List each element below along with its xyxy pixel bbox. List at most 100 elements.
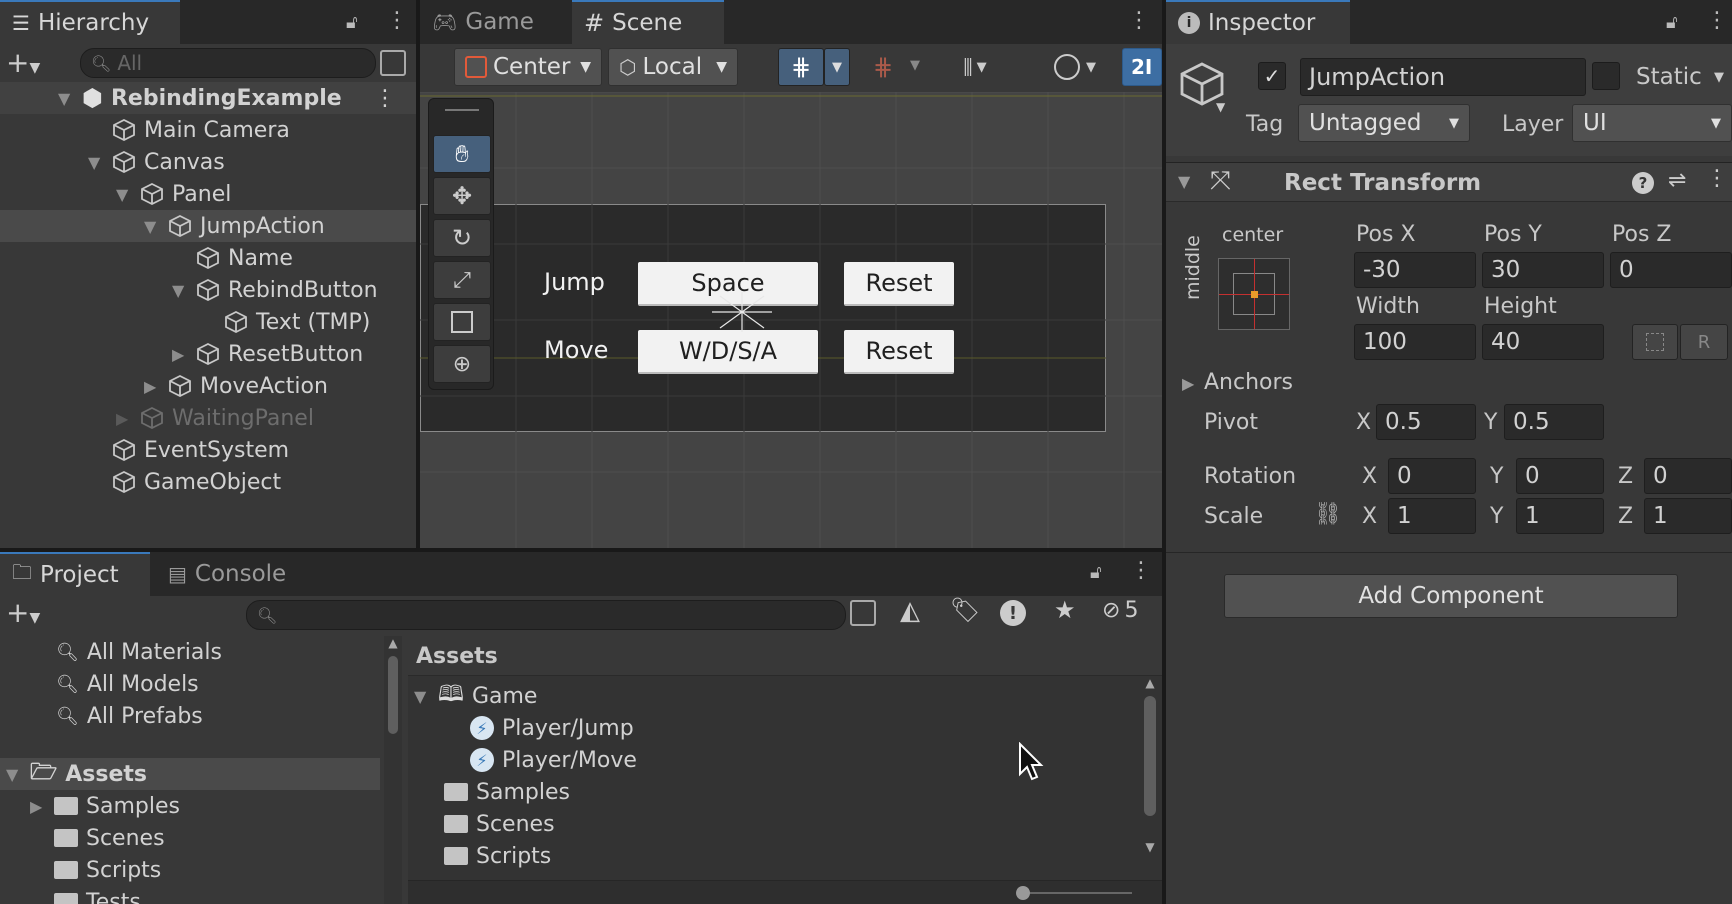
transform-tool-button[interactable]: ⊕ — [433, 345, 491, 383]
rot-z-field[interactable]: 0 — [1644, 458, 1732, 494]
hierarchy-search-field[interactable]: 🔍︎ All — [80, 48, 376, 78]
tree-item-scenes[interactable]: Scenes — [54, 822, 165, 854]
more-menu-icon[interactable]: ⋮ — [374, 86, 396, 111]
jump-reset-button[interactable]: Reset — [844, 262, 954, 306]
file-game-inputactions[interactable]: ▼ 🕮 Game — [414, 680, 537, 712]
tree-item-scripts[interactable]: Scripts — [54, 854, 161, 886]
blueprint-mode-button[interactable] — [1632, 324, 1678, 360]
favorite-all-materials[interactable]: 🔍︎ All Materials — [56, 636, 222, 668]
chevron-down-icon[interactable]: ▼ — [144, 217, 160, 236]
scroll-down-icon[interactable]: ▼ — [1140, 840, 1160, 854]
move-tool-button[interactable]: ✥ — [433, 177, 491, 215]
rect-pivot-gizmo[interactable] — [712, 292, 772, 332]
tab-hierarchy[interactable]: ☰ Hierarchy — [0, 0, 180, 44]
anchors-foldout[interactable]: Anchors — [1204, 370, 1293, 395]
chevron-right-icon[interactable]: ▶ — [116, 409, 132, 428]
pivot-y-field[interactable]: 0.5 — [1504, 404, 1604, 440]
more-menu-icon[interactable]: ⋮ — [1706, 8, 1728, 33]
chevron-down-icon[interactable]: ▼ — [414, 687, 430, 706]
move-reset-button[interactable]: Reset — [844, 330, 954, 374]
scroll-up-icon[interactable]: ▲ — [384, 636, 402, 650]
layer-dropdown[interactable]: UI ▼ — [1572, 104, 1732, 142]
file-folder-scenes[interactable]: Scenes — [444, 808, 555, 840]
hierarchy-item-text-tmp[interactable]: Text (TMP) — [224, 306, 370, 338]
chevron-down-icon[interactable]: ▼ — [116, 185, 132, 204]
ruler-toggle[interactable]: ⫼ ▼ — [940, 48, 1010, 86]
static-checkbox[interactable] — [1592, 62, 1620, 90]
scroll-up-icon[interactable]: ▲ — [1140, 676, 1160, 690]
width-field[interactable]: 100 — [1354, 324, 1476, 360]
tab-scene[interactable]: # Scene — [572, 0, 724, 44]
chevron-right-icon[interactable]: ▶ — [30, 797, 46, 816]
create-button[interactable]: +▼ — [6, 46, 40, 79]
warning-icon[interactable]: ! — [1000, 600, 1026, 626]
hierarchy-item-main-camera[interactable]: Main Camera — [112, 114, 290, 146]
breadcrumb-assets[interactable]: Assets — [416, 644, 498, 669]
raw-edit-button[interactable]: R — [1680, 324, 1728, 360]
tab-console[interactable]: ▤ Console — [156, 552, 316, 596]
rect-tool-button[interactable] — [433, 303, 491, 341]
chevron-right-icon[interactable]: ▶ — [1182, 374, 1194, 393]
hidden-packages-toggle[interactable]: ⊘ 5 — [1102, 598, 1138, 623]
unlinked-chain-icon[interactable]: ⛓︎ — [1314, 502, 1342, 527]
scale-z-field[interactable]: 1 — [1644, 498, 1732, 534]
scale-y-field[interactable]: 1 — [1516, 498, 1604, 534]
caret-down-icon[interactable]: ▼ — [1216, 100, 1225, 114]
more-menu-icon[interactable]: ⋮ — [386, 8, 408, 33]
2d-mode-toggle[interactable]: 2I — [1122, 48, 1162, 86]
right-scrollbar[interactable]: ▲ ▼ — [1140, 676, 1160, 876]
hierarchy-item-waitingpanel[interactable]: ▶ WaitingPanel — [116, 402, 314, 434]
scroll-thumb[interactable] — [1144, 696, 1156, 816]
pivot-center-dropdown[interactable]: Center ▼ — [454, 48, 602, 86]
rotate-tool-button[interactable]: ↻ — [433, 219, 491, 257]
scale-tool-button[interactable]: ⤢ — [433, 261, 491, 299]
rot-y-field[interactable]: 0 — [1516, 458, 1604, 494]
hierarchy-item-gameobject[interactable]: GameObject — [112, 466, 281, 498]
favorite-all-models[interactable]: 🔍︎ All Models — [56, 668, 199, 700]
chevron-down-icon[interactable]: ▼ — [58, 89, 74, 108]
hierarchy-item-panel[interactable]: ▼ Panel — [116, 178, 231, 210]
chevron-down-icon[interactable]: ▼ — [88, 153, 104, 172]
space-local-dropdown[interactable]: ⬡ Local ▼ — [608, 48, 738, 86]
project-search-field[interactable]: 🔍︎ — [246, 600, 846, 630]
more-menu-icon[interactable]: ⋮ — [1706, 166, 1728, 191]
hierarchy-item-resetbutton[interactable]: ▶ ResetButton — [172, 338, 363, 370]
tab-project[interactable]: 🗀 Project — [0, 552, 150, 596]
lock-icon[interactable]: 🔓︎ — [1090, 562, 1102, 583]
active-checkbox[interactable]: ✓ — [1258, 62, 1286, 90]
slider-thumb[interactable] — [1016, 886, 1030, 900]
hierarchy-item-eventsystem[interactable]: EventSystem — [112, 434, 289, 466]
hierarchy-item-canvas[interactable]: ▼ Canvas — [88, 146, 225, 178]
tree-item-tests[interactable]: Tests — [54, 886, 141, 904]
chevron-right-icon[interactable]: ▶ — [172, 345, 188, 364]
tag-dropdown[interactable]: Untagged ▼ — [1298, 104, 1470, 142]
favorite-star-icon[interactable]: ★ — [1054, 596, 1076, 624]
pos-z-field[interactable]: 0 — [1610, 252, 1732, 288]
height-field[interactable]: 40 — [1482, 324, 1604, 360]
tab-game[interactable]: 🎮︎ Game — [420, 0, 570, 44]
caret-down-icon[interactable]: ▼ — [910, 58, 920, 73]
hierarchy-item-name[interactable]: Name — [196, 242, 293, 274]
lock-icon[interactable]: 🔓︎ — [1666, 12, 1678, 33]
file-folder-samples[interactable]: Samples — [444, 776, 570, 808]
hierarchy-item-jumpaction[interactable]: ▼ JumpAction — [0, 210, 416, 242]
palette-drag-handle[interactable] — [445, 109, 479, 111]
scene-viewport[interactable]: Jump Space Reset Move W/D/S/A Reset — [420, 92, 1162, 548]
draw-mode-dropdown[interactable]: ▼ — [1040, 48, 1110, 86]
open-external-icon[interactable] — [850, 600, 876, 626]
tree-item-samples[interactable]: ▶ Samples — [30, 790, 180, 822]
open-external-icon[interactable] — [380, 50, 406, 76]
create-button[interactable]: +▼ — [6, 596, 40, 629]
scene-row[interactable]: ▼ ⬢ RebindingExample ⋮ — [0, 82, 416, 114]
more-menu-icon[interactable]: ⋮ — [1128, 8, 1150, 33]
scroll-thumb[interactable] — [388, 656, 398, 734]
grid-snap-toggle[interactable]: ⋕ — [778, 48, 824, 86]
move-binding-button[interactable]: W/D/S/A — [638, 330, 818, 374]
grid-snap-dropdown[interactable]: ▼ — [824, 48, 850, 86]
hierarchy-item-rebindbutton[interactable]: ▼ RebindButton — [172, 274, 378, 306]
file-player-jump[interactable]: ⚡︎ Player/Jump — [470, 712, 634, 744]
scale-x-field[interactable]: 1 — [1388, 498, 1476, 534]
object-name-field[interactable]: JumpAction — [1300, 58, 1586, 96]
filter-by-label-icon[interactable]: 🏷︎ — [950, 596, 980, 624]
presets-icon[interactable]: ⇌ — [1668, 168, 1686, 193]
